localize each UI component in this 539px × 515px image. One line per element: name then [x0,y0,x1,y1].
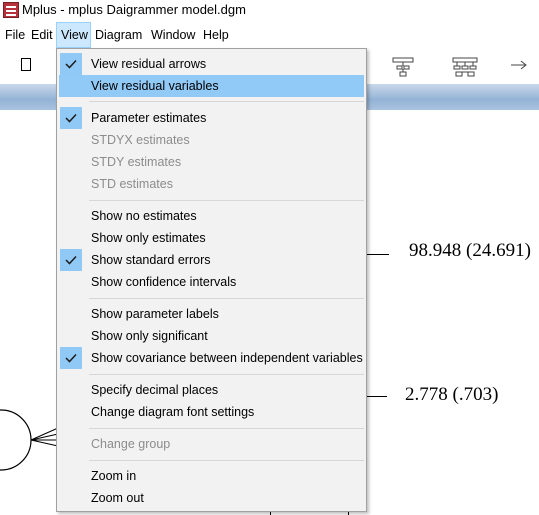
latent-variable-circle[interactable] [0,390,60,490]
title-bar: Mplus - mplus Daigrammer model.dgm [0,0,539,22]
menu-item-change-group: Change group [59,433,364,455]
menu-item-label: Change group [91,437,171,451]
tree-diagram-2-icon[interactable] [452,56,478,78]
menu-item-label: STD estimates [91,177,173,191]
tree-diagram-icon[interactable] [391,56,415,78]
menu-item-label: STDYX estimates [91,133,190,147]
menu-item-specify-decimal-places[interactable]: Specify decimal places [59,379,364,401]
menu-item-view-residual-arrows[interactable]: View residual arrows [59,53,364,75]
menu-help[interactable]: Help [199,22,233,48]
menu-item-zoom-out[interactable]: Zoom out [59,487,364,509]
menu-item-show-no-estimates[interactable]: Show no estimates [59,205,364,227]
menu-item-label: Zoom out [91,491,144,505]
menu-item-label: Show confidence intervals [91,275,237,289]
menu-item-label: Show parameter labels [91,307,219,321]
menu-item-label: Show covariance between independent vari… [91,351,363,365]
menu-item-show-confidence-intervals[interactable]: Show confidence intervals [59,271,364,293]
menu-item-label: Show no estimates [91,209,197,223]
menu-bar: File Edit View Diagram Window Help [0,22,539,48]
menu-item-std-estimates: STD estimates [59,173,364,195]
checkmark-icon [60,347,82,369]
menu-item-label: View residual arrows [91,57,207,71]
window-title: Mplus - mplus Daigrammer model.dgm [22,2,246,17]
menu-item-stdyx-estimates: STDYX estimates [59,129,364,151]
menu-separator [89,298,364,299]
checkmark-icon [60,249,82,271]
menu-item-stdy-estimates: STDY estimates [59,151,364,173]
menu-item-show-standard-errors[interactable]: Show standard errors [59,249,364,271]
menu-edit[interactable]: Edit [27,22,57,48]
menu-item-label: Parameter estimates [91,111,207,125]
checkmark-icon [60,107,82,129]
menu-item-label: View residual variables [91,79,219,93]
menu-separator [89,200,364,201]
menu-window[interactable]: Window [147,22,199,48]
menu-item-show-only-estimates[interactable]: Show only estimates [59,227,364,249]
estimate-2-line [367,396,387,397]
menu-file[interactable]: File [1,22,29,48]
new-document-icon[interactable] [21,58,31,71]
menu-item-label: Zoom in [91,469,137,483]
menu-item-show-only-significant[interactable]: Show only significant [59,325,364,347]
menu-separator [89,101,364,102]
menu-item-zoom-in[interactable]: Zoom in [59,465,364,487]
app-icon [3,2,19,18]
menu-separator [89,428,364,429]
menu-item-label: STDY estimates [91,155,182,169]
menu-item-label: Specify decimal places [91,383,219,397]
menu-separator [89,374,364,375]
estimate-label-1: 98.948 (24.691) [409,240,531,261]
checkmark-icon [60,53,82,75]
menu-item-show-parameter-labels[interactable]: Show parameter labels [59,303,364,325]
menu-item-label: Show only significant [91,329,208,343]
menu-view[interactable]: View [56,22,91,48]
menu-item-label: Show only estimates [91,231,206,245]
estimate-1-line [367,254,389,255]
menu-separator [89,460,364,461]
menu-diagram[interactable]: Diagram [91,22,146,48]
menu-item-show-covariance[interactable]: Show covariance between independent vari… [59,347,364,369]
right-arrow-icon[interactable] [510,59,528,71]
menu-item-label: Change diagram font settings [91,405,255,419]
menu-item-change-diagram-font[interactable]: Change diagram font settings [59,401,364,423]
menu-item-label: Show standard errors [91,253,211,267]
menu-item-parameter-estimates[interactable]: Parameter estimates [59,107,364,129]
menu-item-view-residual-variables[interactable]: View residual variables [59,75,364,97]
estimate-label-2: 2.778 (.703) [405,384,499,405]
view-menu-dropdown: View residual arrows View residual varia… [56,48,367,512]
